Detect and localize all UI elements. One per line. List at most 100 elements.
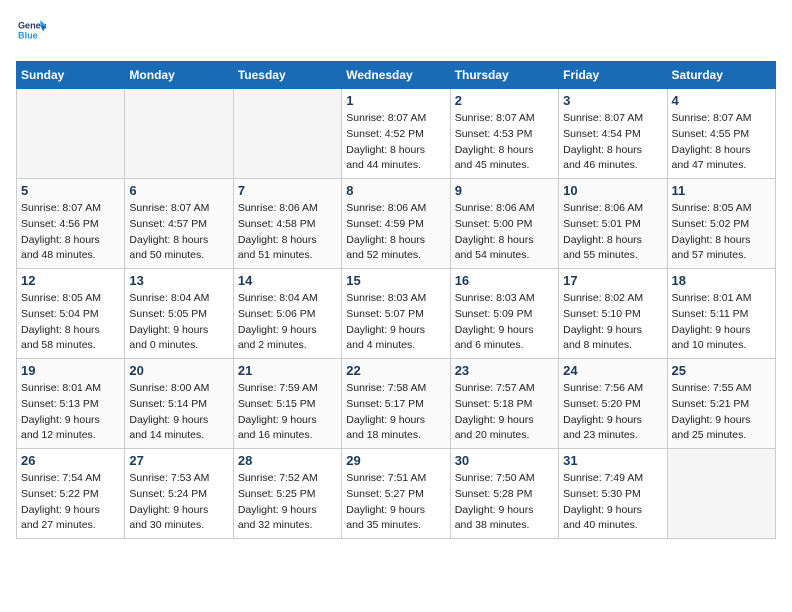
week-row-3: 12 Sunrise: 8:05 AMSunset: 5:04 PMDayligh…: [17, 269, 776, 359]
day-number: 15: [346, 273, 445, 288]
day-number: 30: [455, 453, 554, 468]
day-cell: 28Sunrise: 7:52 AMSunset: 5:25 PMDayligh…: [233, 449, 341, 539]
week-row-4: 19Sunrise: 8:01 AMSunset: 5:13 PMDayligh…: [17, 359, 776, 449]
day-number: 19: [21, 363, 120, 378]
day-cell: 10 Sunrise: 8:06 AMSunset: 5:01 PMDayligh…: [559, 179, 667, 269]
day-cell: 24Sunrise: 7:56 AMSunset: 5:20 PMDayligh…: [559, 359, 667, 449]
day-cell: [125, 89, 233, 179]
day-info: Sunrise: 7:52 AMSunset: 5:25 PMDaylight:…: [238, 471, 337, 534]
day-info: Sunrise: 8:04 AMSunset: 5:05 PMDaylight:…: [129, 291, 228, 354]
day-info: Sunrise: 8:07 AMSunset: 4:54 PMDaylight:…: [563, 111, 662, 174]
day-info: Sunrise: 8:04 AMSunset: 5:06 PMDaylight:…: [238, 291, 337, 354]
day-cell: 16 Sunrise: 8:03 AMSunset: 5:09 PMDayligh…: [450, 269, 558, 359]
day-number: 5: [21, 183, 120, 198]
day-number: 12: [21, 273, 120, 288]
day-number: 23: [455, 363, 554, 378]
day-number: 20: [129, 363, 228, 378]
day-info: Sunrise: 8:06 AMSunset: 5:01 PMDaylight:…: [563, 201, 662, 264]
day-number: 18: [672, 273, 771, 288]
day-cell: 23 Sunrise: 7:57 AMSunset: 5:18 PMDayligh…: [450, 359, 558, 449]
day-number: 22: [346, 363, 445, 378]
weekday-header-row: SundayMondayTuesdayWednesdayThursdayFrid…: [17, 62, 776, 89]
day-info: Sunrise: 8:07 AMSunset: 4:52 PMDaylight:…: [346, 111, 445, 174]
day-info: Sunrise: 8:06 AMSunset: 4:59 PMDaylight:…: [346, 201, 445, 264]
day-cell: 13 Sunrise: 8:04 AMSunset: 5:05 PMDayligh…: [125, 269, 233, 359]
day-number: 2: [455, 93, 554, 108]
day-cell: 20 Sunrise: 8:00 AMSunset: 5:14 PMDayligh…: [125, 359, 233, 449]
day-cell: 4 Sunrise: 8:07 AMSunset: 4:55 PMDaylight…: [667, 89, 775, 179]
day-cell: 27Sunrise: 7:53 AMSunset: 5:24 PMDayligh…: [125, 449, 233, 539]
day-cell: 29 Sunrise: 7:51 AMSunset: 5:27 PMDayligh…: [342, 449, 450, 539]
day-info: Sunrise: 8:07 AMSunset: 4:55 PMDaylight:…: [672, 111, 771, 174]
day-info: Sunrise: 7:50 AMSunset: 5:28 PMDaylight:…: [455, 471, 554, 534]
day-info: Sunrise: 8:01 AMSunset: 5:11 PMDaylight:…: [672, 291, 771, 354]
weekday-header-saturday: Saturday: [667, 62, 775, 89]
day-cell: [233, 89, 341, 179]
weekday-header-monday: Monday: [125, 62, 233, 89]
day-cell: 9 Sunrise: 8:06 AMSunset: 5:00 PMDaylight…: [450, 179, 558, 269]
day-info: Sunrise: 7:57 AMSunset: 5:18 PMDaylight:…: [455, 381, 554, 444]
day-info: Sunrise: 8:05 AMSunset: 5:02 PMDaylight:…: [672, 201, 771, 264]
day-number: 10: [563, 183, 662, 198]
day-cell: 21Sunrise: 7:59 AMSunset: 5:15 PMDayligh…: [233, 359, 341, 449]
day-info: Sunrise: 8:03 AMSunset: 5:09 PMDaylight:…: [455, 291, 554, 354]
day-cell: 18 Sunrise: 8:01 AMSunset: 5:11 PMDayligh…: [667, 269, 775, 359]
day-cell: 19Sunrise: 8:01 AMSunset: 5:13 PMDayligh…: [17, 359, 125, 449]
day-cell: 5 Sunrise: 8:07 AMSunset: 4:56 PMDaylight…: [17, 179, 125, 269]
page-header: General Blue: [16, 16, 776, 49]
day-cell: 15Sunrise: 8:03 AMSunset: 5:07 PMDayligh…: [342, 269, 450, 359]
day-cell: [667, 449, 775, 539]
calendar-table: SundayMondayTuesdayWednesdayThursdayFrid…: [16, 61, 776, 539]
day-info: Sunrise: 8:07 AMSunset: 4:53 PMDaylight:…: [455, 111, 554, 174]
day-cell: 11 Sunrise: 8:05 AMSunset: 5:02 PMDayligh…: [667, 179, 775, 269]
day-info: Sunrise: 7:56 AMSunset: 5:20 PMDaylight:…: [563, 381, 662, 444]
day-cell: 17Sunrise: 8:02 AMSunset: 5:10 PMDayligh…: [559, 269, 667, 359]
day-number: 6: [129, 183, 228, 198]
day-cell: 31Sunrise: 7:49 AMSunset: 5:30 PMDayligh…: [559, 449, 667, 539]
day-number: 7: [238, 183, 337, 198]
day-info: Sunrise: 7:51 AMSunset: 5:27 PMDaylight:…: [346, 471, 445, 534]
week-row-1: 1 Sunrise: 8:07 AMSunset: 4:52 PMDaylight…: [17, 89, 776, 179]
day-number: 31: [563, 453, 662, 468]
day-info: Sunrise: 8:02 AMSunset: 5:10 PMDaylight:…: [563, 291, 662, 354]
day-info: Sunrise: 8:07 AMSunset: 4:57 PMDaylight:…: [129, 201, 228, 264]
svg-text:Blue: Blue: [18, 30, 38, 40]
day-cell: 22 Sunrise: 7:58 AMSunset: 5:17 PMDayligh…: [342, 359, 450, 449]
day-number: 9: [455, 183, 554, 198]
day-number: 1: [346, 93, 445, 108]
day-cell: 26 Sunrise: 7:54 AMSunset: 5:22 PMDayligh…: [17, 449, 125, 539]
day-cell: 1 Sunrise: 8:07 AMSunset: 4:52 PMDaylight…: [342, 89, 450, 179]
weekday-header-friday: Friday: [559, 62, 667, 89]
day-info: Sunrise: 7:55 AMSunset: 5:21 PMDaylight:…: [672, 381, 771, 444]
day-number: 13: [129, 273, 228, 288]
day-cell: 25 Sunrise: 7:55 AMSunset: 5:21 PMDayligh…: [667, 359, 775, 449]
day-cell: 12 Sunrise: 8:05 AMSunset: 5:04 PMDayligh…: [17, 269, 125, 359]
weekday-header-tuesday: Tuesday: [233, 62, 341, 89]
day-cell: 2 Sunrise: 8:07 AMSunset: 4:53 PMDaylight…: [450, 89, 558, 179]
day-cell: 14 Sunrise: 8:04 AMSunset: 5:06 PMDayligh…: [233, 269, 341, 359]
day-number: 29: [346, 453, 445, 468]
day-info: Sunrise: 7:59 AMSunset: 5:15 PMDaylight:…: [238, 381, 337, 444]
day-cell: 3Sunrise: 8:07 AMSunset: 4:54 PMDaylight…: [559, 89, 667, 179]
day-number: 14: [238, 273, 337, 288]
day-info: Sunrise: 7:54 AMSunset: 5:22 PMDaylight:…: [21, 471, 120, 534]
day-number: 26: [21, 453, 120, 468]
day-info: Sunrise: 7:58 AMSunset: 5:17 PMDaylight:…: [346, 381, 445, 444]
day-info: Sunrise: 8:05 AMSunset: 5:04 PMDaylight:…: [21, 291, 120, 354]
day-cell: 30 Sunrise: 7:50 AMSunset: 5:28 PMDayligh…: [450, 449, 558, 539]
day-number: 16: [455, 273, 554, 288]
day-info: Sunrise: 8:06 AMSunset: 4:58 PMDaylight:…: [238, 201, 337, 264]
week-row-2: 5 Sunrise: 8:07 AMSunset: 4:56 PMDaylight…: [17, 179, 776, 269]
day-cell: 8Sunrise: 8:06 AMSunset: 4:59 PMDaylight…: [342, 179, 450, 269]
day-info: Sunrise: 8:00 AMSunset: 5:14 PMDaylight:…: [129, 381, 228, 444]
weekday-header-wednesday: Wednesday: [342, 62, 450, 89]
weekday-header-thursday: Thursday: [450, 62, 558, 89]
day-cell: 7 Sunrise: 8:06 AMSunset: 4:58 PMDaylight…: [233, 179, 341, 269]
day-number: 25: [672, 363, 771, 378]
day-info: Sunrise: 8:06 AMSunset: 5:00 PMDaylight:…: [455, 201, 554, 264]
day-info: Sunrise: 7:53 AMSunset: 5:24 PMDaylight:…: [129, 471, 228, 534]
day-number: 4: [672, 93, 771, 108]
day-info: Sunrise: 8:07 AMSunset: 4:56 PMDaylight:…: [21, 201, 120, 264]
day-number: 11: [672, 183, 771, 198]
logo-icon: General Blue: [18, 16, 46, 44]
